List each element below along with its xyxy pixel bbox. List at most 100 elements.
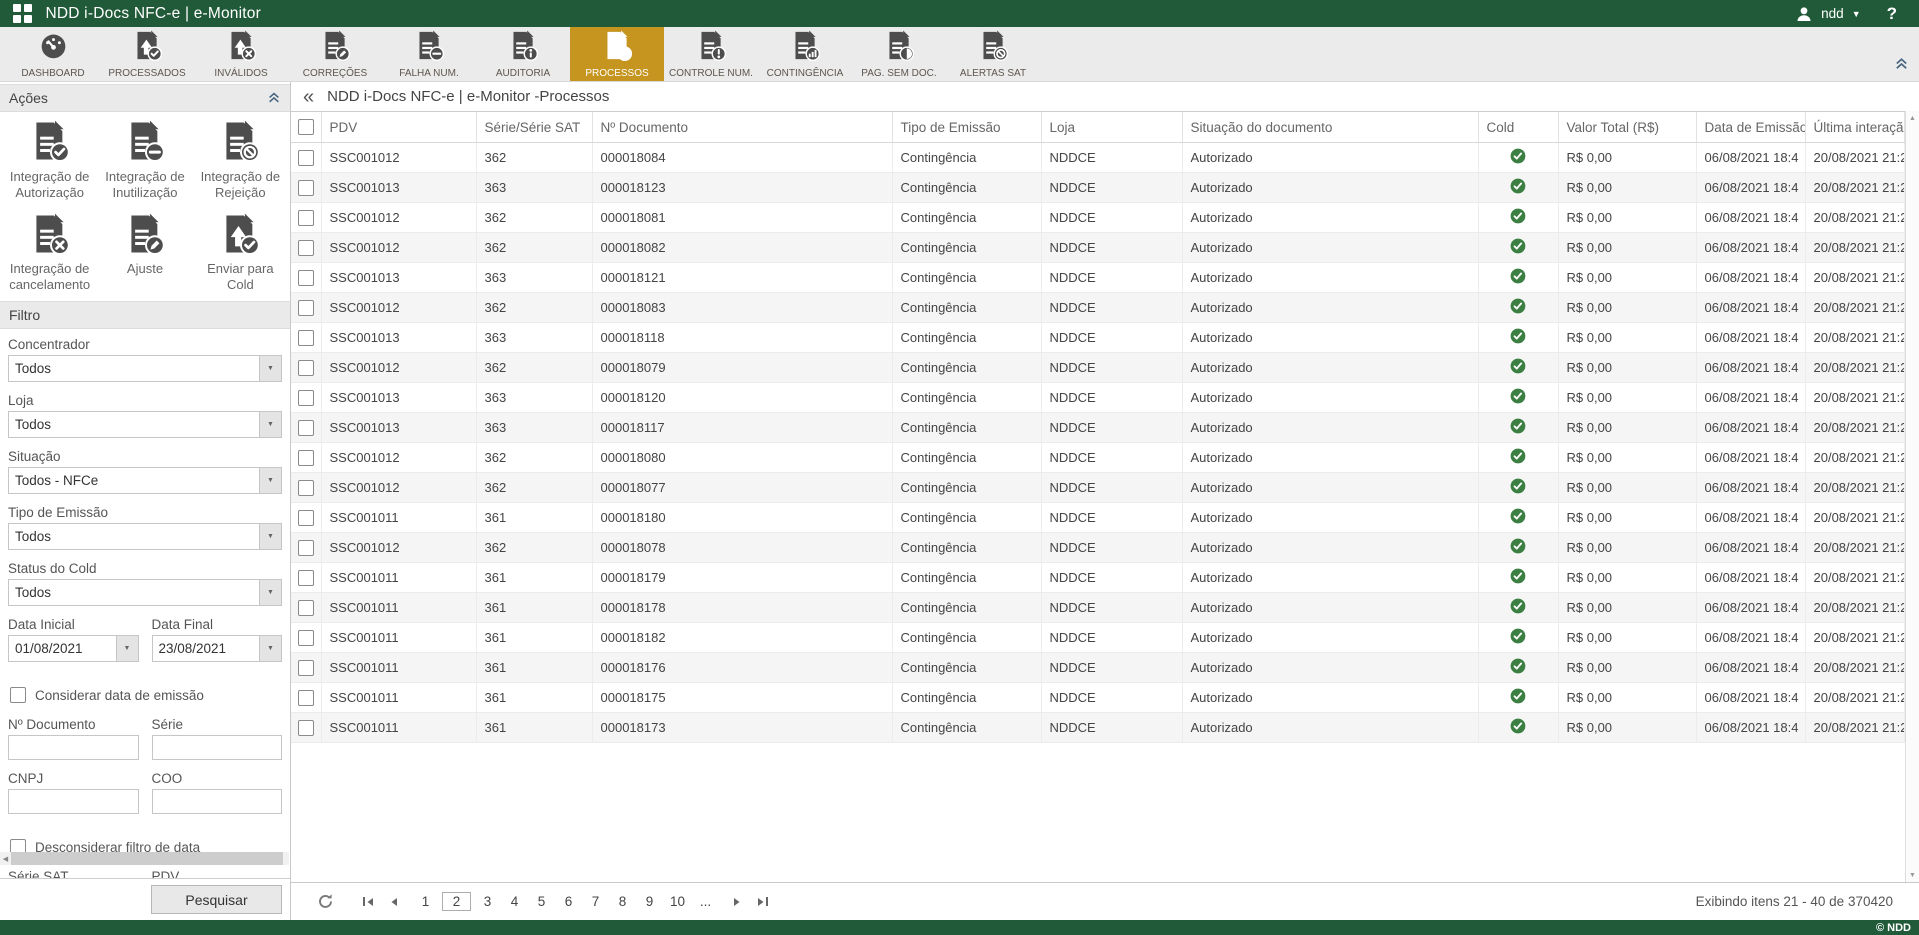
page-4-button[interactable]: 4 <box>504 892 525 911</box>
tab-processos[interactable]: PROCESSOS <box>570 27 664 81</box>
table-row[interactable]: SSC001013 363 000018123 Contingência NDD… <box>291 173 1905 203</box>
row-checkbox[interactable] <box>298 210 314 226</box>
table-vertical-scrollbar[interactable]: ▲ ▼ <box>1905 111 1919 883</box>
concentrador-select[interactable]: Todos ▼ <box>8 355 282 382</box>
app-logo-icon[interactable] <box>13 4 32 23</box>
column-header-n-documento[interactable]: Nº Documento <box>592 112 892 143</box>
tab-correcoes[interactable]: CORREÇÕES <box>288 27 382 81</box>
table-row[interactable]: SSC001013 363 000018121 Contingência NDD… <box>291 263 1905 293</box>
table-row[interactable]: SSC001011 361 000018176 Contingência NDD… <box>291 653 1905 683</box>
num-documento-input[interactable] <box>8 735 139 760</box>
action-enviar-para-cold[interactable]: Enviar para Cold <box>193 213 288 294</box>
row-checkbox[interactable] <box>298 240 314 256</box>
table-row[interactable]: SSC001011 361 000018178 Contingência NDD… <box>291 593 1905 623</box>
filter-section-header[interactable]: Filtro <box>0 301 290 329</box>
table-row[interactable]: SSC001011 361 000018175 Contingência NDD… <box>291 683 1905 713</box>
tab-auditoria[interactable]: AUDITORIA <box>476 27 570 81</box>
row-checkbox[interactable] <box>298 330 314 346</box>
page-ellipsis[interactable]: ... <box>695 892 716 911</box>
column-header-pdv[interactable]: PDV <box>321 112 476 143</box>
considerar-data-emissao-row[interactable]: Considerar data de emissão <box>10 687 282 703</box>
row-checkbox[interactable] <box>298 180 314 196</box>
table-row[interactable]: SSC001011 361 000018179 Contingência NDD… <box>291 563 1905 593</box>
table-row[interactable]: SSC001013 363 000018118 Contingência NDD… <box>291 323 1905 353</box>
considerar-data-emissao-checkbox[interactable] <box>10 687 26 703</box>
page-6-button[interactable]: 6 <box>558 892 579 911</box>
tab-pag-sem-doc[interactable]: PAG. SEM DOC. <box>852 27 946 81</box>
table-row[interactable]: SSC001012 362 000018077 Contingência NDD… <box>291 473 1905 503</box>
row-checkbox[interactable] <box>298 450 314 466</box>
row-checkbox[interactable] <box>298 270 314 286</box>
table-row[interactable]: SSC001011 361 000018180 Contingência NDD… <box>291 503 1905 533</box>
row-checkbox[interactable] <box>298 690 314 706</box>
row-checkbox[interactable] <box>298 150 314 166</box>
column-header-cold[interactable]: Cold <box>1478 112 1558 143</box>
row-checkbox[interactable] <box>298 570 314 586</box>
page-3-button[interactable]: 3 <box>477 892 498 911</box>
table-row[interactable]: SSC001013 363 000018120 Contingência NDD… <box>291 383 1905 413</box>
row-checkbox[interactable] <box>298 300 314 316</box>
table-row[interactable]: SSC001012 362 000018083 Contingência NDD… <box>291 293 1905 323</box>
data-inicial-picker[interactable]: 01/08/2021 ▼ <box>8 635 139 662</box>
table-row[interactable]: SSC001012 362 000018079 Contingência NDD… <box>291 353 1905 383</box>
select-all-checkbox[interactable] <box>298 119 314 135</box>
column-header-situacao-do-documento[interactable]: Situação do documento <box>1182 112 1478 143</box>
cnpj-input[interactable] <box>8 789 139 814</box>
table-row[interactable]: SSC001012 362 000018080 Contingência NDD… <box>291 443 1905 473</box>
table-row[interactable]: SSC001013 363 000018117 Contingência NDD… <box>291 413 1905 443</box>
action-integracao-de-inutilizacao[interactable]: Integração de Inutilização <box>97 120 192 201</box>
status-cold-select[interactable]: Todos ▼ <box>8 579 282 606</box>
tipo-emissao-select[interactable]: Todos ▼ <box>8 523 282 550</box>
column-header-valor-total-r[interactable]: Valor Total (R$) <box>1558 112 1696 143</box>
page-10-button[interactable]: 10 <box>666 892 689 911</box>
column-header-serie-serie-sat[interactable]: Série/Série SAT <box>476 112 592 143</box>
table-row[interactable]: SSC001012 362 000018082 Contingência NDD… <box>291 233 1905 263</box>
action-integracao-de-rejeicao[interactable]: Integração de Rejeição <box>193 120 288 201</box>
user-menu-caret-icon[interactable]: ▼ <box>1852 9 1861 19</box>
table-row[interactable]: SSC001011 361 000018173 Contingência NDD… <box>291 713 1905 743</box>
row-checkbox[interactable] <box>298 540 314 556</box>
column-header-tipo-de-emissao[interactable]: Tipo de Emissão <box>892 112 1041 143</box>
next-page-button[interactable] <box>732 897 742 907</box>
row-checkbox[interactable] <box>298 360 314 376</box>
table-row[interactable]: SSC001012 362 000018081 Contingência NDD… <box>291 203 1905 233</box>
table-row[interactable]: SSC001011 361 000018182 Contingência NDD… <box>291 623 1905 653</box>
row-checkbox[interactable] <box>298 420 314 436</box>
situacao-select[interactable]: Todos - NFCe ▼ <box>8 467 282 494</box>
tab-invalidos[interactable]: INVÁLIDOS <box>194 27 288 81</box>
action-integracao-de-autorizacao[interactable]: Integração de Autorização <box>2 120 97 201</box>
tab-falha-num[interactable]: FALHA NUM. <box>382 27 476 81</box>
tab-contingencia[interactable]: CONTINGÊNCIA <box>758 27 852 81</box>
table-row[interactable]: SSC001012 362 000018078 Contingência NDD… <box>291 533 1905 563</box>
column-header-loja[interactable]: Loja <box>1041 112 1182 143</box>
tab-dashboard[interactable]: DASHBOARD <box>6 27 100 81</box>
row-checkbox[interactable] <box>298 600 314 616</box>
scrollbar-thumb[interactable] <box>11 852 283 865</box>
table-row[interactable]: SSC001012 362 000018084 Contingência NDD… <box>291 143 1905 173</box>
search-button[interactable]: Pesquisar <box>151 885 282 914</box>
toolbar-collapse-icon[interactable] <box>1894 56 1909 76</box>
actions-collapse-icon[interactable] <box>267 90 281 107</box>
user-icon[interactable] <box>1795 5 1813 23</box>
user-menu[interactable]: ndd <box>1821 6 1844 21</box>
help-button[interactable]: ? <box>1887 4 1897 24</box>
row-checkbox[interactable] <box>298 390 314 406</box>
sidebar-horizontal-scrollbar[interactable]: ◀ <box>0 852 289 865</box>
page-2-button[interactable]: 2 <box>442 892 471 911</box>
action-ajuste[interactable]: Ajuste <box>97 213 192 294</box>
page-7-button[interactable]: 7 <box>585 892 606 911</box>
serie-input[interactable] <box>152 735 283 760</box>
column-header-ultima-interacao[interactable]: Última interação <box>1805 112 1905 143</box>
tab-controle-num[interactable]: CONTROLE NUM. <box>664 27 758 81</box>
coo-input[interactable] <box>152 789 283 814</box>
last-page-button[interactable] <box>756 897 768 907</box>
action-integracao-de-cancelamento[interactable]: Integração de cancelamento <box>2 213 97 294</box>
tab-processados[interactable]: PROCESSADOS <box>100 27 194 81</box>
previous-page-button[interactable] <box>389 897 399 907</box>
actions-section-header[interactable]: Ações <box>0 84 290 112</box>
row-checkbox[interactable] <box>298 630 314 646</box>
column-header-data-de-emissao[interactable]: Data de Emissão <box>1696 112 1805 143</box>
row-checkbox[interactable] <box>298 480 314 496</box>
scroll-left-arrow-icon[interactable]: ◀ <box>0 855 11 863</box>
refresh-button[interactable] <box>317 893 334 910</box>
